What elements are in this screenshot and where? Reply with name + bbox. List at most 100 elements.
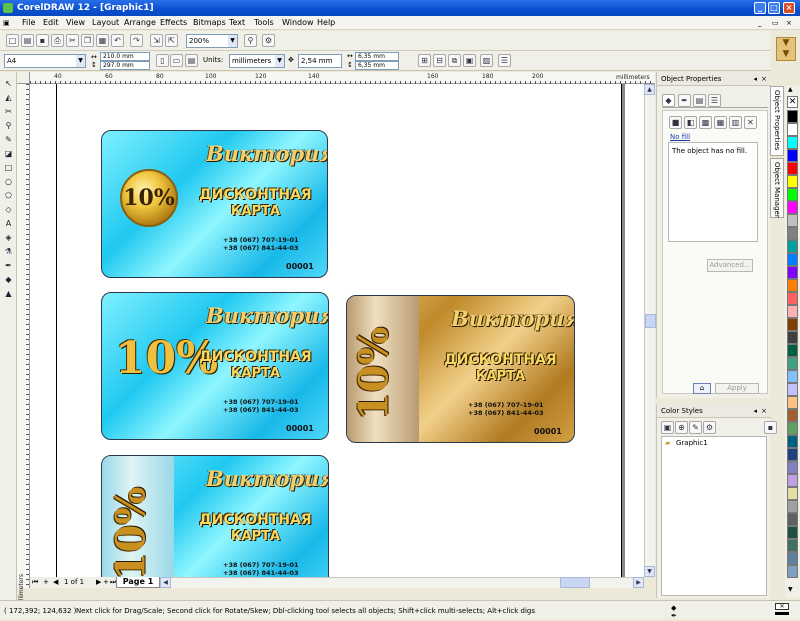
basic-shapes-icon[interactable]: ◇ xyxy=(2,204,15,215)
color-swatch[interactable] xyxy=(787,422,798,435)
color-swatch[interactable] xyxy=(787,123,798,136)
scroll-thumb[interactable] xyxy=(645,314,656,328)
color-swatch[interactable] xyxy=(787,305,798,318)
menu-layout[interactable]: Layout xyxy=(92,18,119,28)
zoom-combo[interactable]: 200% ▼ xyxy=(186,34,238,48)
units-combo[interactable]: millimeters ▼ xyxy=(229,54,285,68)
polygon-tool-icon[interactable]: ⬠ xyxy=(2,190,15,201)
rectangle-tool-icon[interactable]: □ xyxy=(2,162,15,173)
color-swatch[interactable] xyxy=(787,344,798,357)
dup-y-field[interactable]: 6,35 mm xyxy=(355,61,399,70)
export-icon[interactable]: ⇱ xyxy=(165,34,178,47)
color-swatch[interactable] xyxy=(787,331,798,344)
nudge-field[interactable]: 2,54 mm xyxy=(298,54,342,68)
tab-object-manager[interactable]: Object Manager xyxy=(770,158,784,218)
color-swatch[interactable] xyxy=(787,318,798,331)
auto-create-icon[interactable]: ⚙ xyxy=(703,421,716,434)
cut-icon[interactable]: ✂ xyxy=(66,34,79,47)
color-swatch[interactable] xyxy=(787,565,798,578)
eyedropper-icon[interactable]: ⚗ xyxy=(2,246,15,257)
docker-arrow-icon[interactable]: ◂ xyxy=(753,404,757,418)
color-swatch[interactable] xyxy=(787,136,798,149)
scroll-down-icon[interactable]: ▼ xyxy=(644,566,655,577)
undo-icon[interactable]: ↶ xyxy=(111,34,124,47)
outline-tab-icon[interactable]: ✒ xyxy=(678,94,691,107)
general-tab-icon[interactable]: ▤ xyxy=(693,94,706,107)
paper-size-combo[interactable]: A4 ▼ xyxy=(4,54,86,68)
color-swatch[interactable] xyxy=(787,357,798,370)
dup-x-field[interactable]: 6,35 mm xyxy=(355,52,399,61)
color-swatch[interactable] xyxy=(787,461,798,474)
page-height-field[interactable]: 297.0 mm xyxy=(100,61,150,70)
color-swatch[interactable] xyxy=(787,240,798,253)
vertical-scrollbar[interactable]: ▲ ▼ xyxy=(644,84,656,577)
crop-tool-icon[interactable]: ✂ xyxy=(2,106,15,117)
discount-card[interactable]: 10% ПАРИКМАХЕРСКАЯ Виктория ДИСКОНТНАЯ К… xyxy=(101,455,329,577)
options-icon[interactable]: ⚙ xyxy=(262,34,275,47)
color-swatch[interactable] xyxy=(787,396,798,409)
color-swatch[interactable] xyxy=(787,214,798,227)
palette-down-icon[interactable]: ▼ xyxy=(788,586,793,593)
color-swatch[interactable] xyxy=(787,526,798,539)
texture-fill-icon[interactable]: ▦ xyxy=(714,116,727,129)
no-color-swatch[interactable]: ✕ xyxy=(787,96,798,108)
color-swatch[interactable] xyxy=(787,539,798,552)
color-swatch[interactable] xyxy=(787,474,798,487)
palette-up-icon[interactable]: ▲ xyxy=(788,86,793,93)
page-width-field[interactable]: 210.0 mm xyxy=(100,52,150,61)
color-swatch[interactable] xyxy=(787,227,798,240)
dynamic-guides-icon[interactable]: ▣ xyxy=(463,54,476,67)
doc-close-icon[interactable]: × xyxy=(786,19,792,28)
color-swatch[interactable] xyxy=(787,279,798,292)
color-swatch[interactable] xyxy=(787,110,798,123)
uniform-fill-icon[interactable]: ■ xyxy=(669,116,682,129)
discount-card[interactable]: 10% ПАРИКМАХЕРСКАЯ Виктория ДИСКОНТНАЯ К… xyxy=(101,292,329,440)
menu-edit[interactable]: Edit xyxy=(43,18,59,28)
next-page-icon[interactable]: ▶ xyxy=(96,578,101,587)
color-swatch[interactable] xyxy=(787,435,798,448)
color-swatch[interactable] xyxy=(787,253,798,266)
docker-toggle-icon[interactable]: ▼ ▼ xyxy=(776,37,796,61)
color-swatch[interactable] xyxy=(787,149,798,162)
menu-tools[interactable]: Tools xyxy=(254,18,274,28)
color-swatch[interactable] xyxy=(787,448,798,461)
menu-view[interactable]: View xyxy=(66,18,85,28)
color-swatch[interactable] xyxy=(787,370,798,383)
drawing-canvas[interactable]: 10% ПАРИКМАХЕРСКАЯ Виктория ДИСКОНТНАЯ К… xyxy=(30,84,644,577)
discount-card[interactable]: 10% ПАРИКМАХЕРСКАЯ Виктория ДИСКОНТНАЯ К… xyxy=(101,130,328,278)
add-page-after-icon[interactable]: + xyxy=(103,578,109,587)
first-page-icon[interactable]: ⏮ xyxy=(32,578,38,587)
minimize-button[interactable]: _ xyxy=(754,2,766,14)
import-icon[interactable]: ⇲ xyxy=(150,34,163,47)
no-fill-icon[interactable]: ✕ xyxy=(744,116,757,129)
options-icon[interactable]: ☰ xyxy=(498,54,511,67)
paste-icon[interactable]: ▦ xyxy=(96,34,109,47)
advanced-button[interactable]: Advanced... xyxy=(707,259,753,272)
color-swatch[interactable] xyxy=(787,513,798,526)
freehand-tool-icon[interactable]: ✎ xyxy=(2,134,15,145)
menu-window[interactable]: Window xyxy=(282,18,314,28)
edit-style-icon[interactable]: ✎ xyxy=(689,421,702,434)
interactive-fill-icon[interactable]: ▲ xyxy=(2,288,15,299)
prev-page-icon[interactable]: ◀ xyxy=(53,578,58,587)
snap-grid-icon[interactable]: ⊞ xyxy=(418,54,431,67)
scroll-up-icon[interactable]: ▲ xyxy=(644,84,655,95)
color-swatch[interactable] xyxy=(787,487,798,500)
save-icon[interactable]: ▪ xyxy=(36,34,49,47)
docker-close-icon[interactable]: × xyxy=(761,404,767,418)
menu-arrange[interactable]: Arrange xyxy=(124,18,156,28)
docker-close-icon[interactable]: × xyxy=(761,72,767,86)
tab-object-properties[interactable]: Object Properties xyxy=(770,86,784,156)
ruler-corner[interactable] xyxy=(17,72,30,84)
menu-effects[interactable]: Effects xyxy=(160,18,187,28)
redo-icon[interactable]: ↷ xyxy=(130,34,143,47)
add-page-icon[interactable]: + xyxy=(43,578,49,587)
postscript-fill-icon[interactable]: ▥ xyxy=(729,116,742,129)
text-tool-icon[interactable]: A xyxy=(2,218,15,229)
snap-guides-icon[interactable]: ⊟ xyxy=(433,54,446,67)
lock-icon[interactable]: ⌂ xyxy=(693,383,711,394)
print-icon[interactable]: ⎙ xyxy=(51,34,64,47)
fill-tab-icon[interactable]: ◆ xyxy=(662,94,675,107)
color-swatch[interactable] xyxy=(787,188,798,201)
smart-fill-icon[interactable]: ◪ xyxy=(2,148,15,159)
